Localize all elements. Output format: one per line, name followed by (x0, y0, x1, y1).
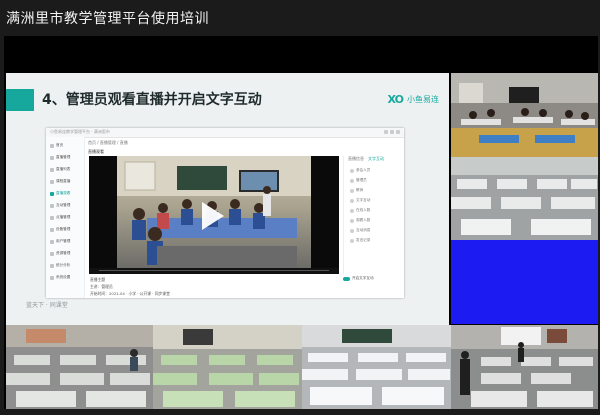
classroom-video-tile[interactable] (302, 325, 451, 409)
shared-slide[interactable]: 4、管理员观看直播并开启文字互动 XO 小鱼易连 小鱼易连教学管理平台 · 满洲… (6, 73, 449, 325)
sidebar-item: 用户管理 (50, 239, 70, 244)
live-section-label: 直播观看 (88, 149, 104, 154)
classroom-video-tile[interactable] (451, 325, 598, 409)
panel-row: 参会人员 (350, 168, 370, 173)
live-info-host: 主讲：管理员 (90, 284, 113, 289)
sidebar-item: 系统设置 (50, 275, 70, 280)
sidebar-item: 直播列表 (50, 167, 70, 172)
heading-accent-band (6, 89, 34, 111)
classroom-video-tile[interactable] (153, 325, 302, 409)
sidebar-item: 课程直播 (50, 179, 70, 184)
sidebar-item: 点播管理 (50, 215, 70, 220)
sidebar-item: 统计分析 (50, 263, 70, 268)
window-title-bar: 满洲里市教学管理平台使用培训 (0, 0, 600, 36)
sidebar-item: 资源管理 (50, 251, 70, 256)
sidebar-item: 首页 (50, 143, 63, 148)
blank-video-tile[interactable] (451, 240, 598, 324)
app-top-bar-text: 小鱼易连教学管理平台 · 满洲里市 (50, 129, 110, 134)
toggle-label: 开启文字互动 (352, 276, 374, 280)
live-info-title: 直播主题 (90, 277, 106, 282)
panel-row: 管理员 (350, 178, 367, 183)
panel-row: 互动消息 (350, 228, 370, 233)
app-top-bar: 小鱼易连教学管理平台 · 满洲里市 (46, 128, 404, 138)
brand-logo-icon: XO (387, 93, 404, 106)
live-video-player (89, 156, 339, 274)
sidebar-item-active: 直播观看 (50, 191, 70, 196)
live-info-time: 开始时间：2021-04 · 小学 · 公开课 · 同步课堂 (90, 291, 170, 296)
window-title: 满洲里市教学管理平台使用培训 (6, 11, 209, 27)
slide-footer-note: 蓝天下 · 同课堂 (26, 302, 68, 309)
classroom-video-tile[interactable] (6, 325, 153, 409)
tab-live-info[interactable]: 直播信息 (348, 156, 364, 162)
app-window-controls (384, 130, 400, 134)
interaction-panel: 直播信息 文字互动 参会人员 管理员 教师 文字互动 在线人数 观看人数 互动消… (343, 156, 402, 274)
brand: XO 小鱼易连 (388, 93, 439, 106)
embedded-app-screenshot: 小鱼易连教学管理平台 · 满洲里市 首页 直播管理 直播列表 课程直播 直播观看… (46, 128, 404, 298)
video-controls-bar[interactable] (89, 268, 339, 274)
sidebar-item: 互动管理 (50, 203, 70, 208)
app-sidebar: 首页 直播管理 直播列表 课程直播 直播观看 互动管理 点播管理 设备管理 用户… (46, 137, 85, 298)
toggle-switch-icon[interactable] (343, 276, 350, 281)
breadcrumb: 首页 / 直播管理 / 直播 (88, 140, 128, 145)
panel-row: 观看人数 (350, 218, 370, 223)
play-icon[interactable] (202, 202, 224, 230)
panel-row: 在线人数 (350, 208, 370, 213)
panel-row: 发言记录 (350, 238, 370, 243)
tab-text-interaction[interactable]: 文字互动 (368, 156, 384, 162)
sidebar-item: 直播管理 (50, 155, 70, 160)
sidebar-item: 设备管理 (50, 227, 70, 232)
text-interaction-toggle[interactable]: 开启文字互动 (343, 276, 374, 281)
slide-heading: 4、管理员观看直播并开启文字互动 (42, 92, 262, 108)
classroom-video-tile[interactable] (451, 73, 598, 157)
classroom-video-tile[interactable] (451, 157, 598, 240)
brand-name: 小鱼易连 (407, 95, 439, 104)
panel-row: 文字互动 (350, 198, 370, 203)
panel-row: 教师 (350, 188, 363, 193)
